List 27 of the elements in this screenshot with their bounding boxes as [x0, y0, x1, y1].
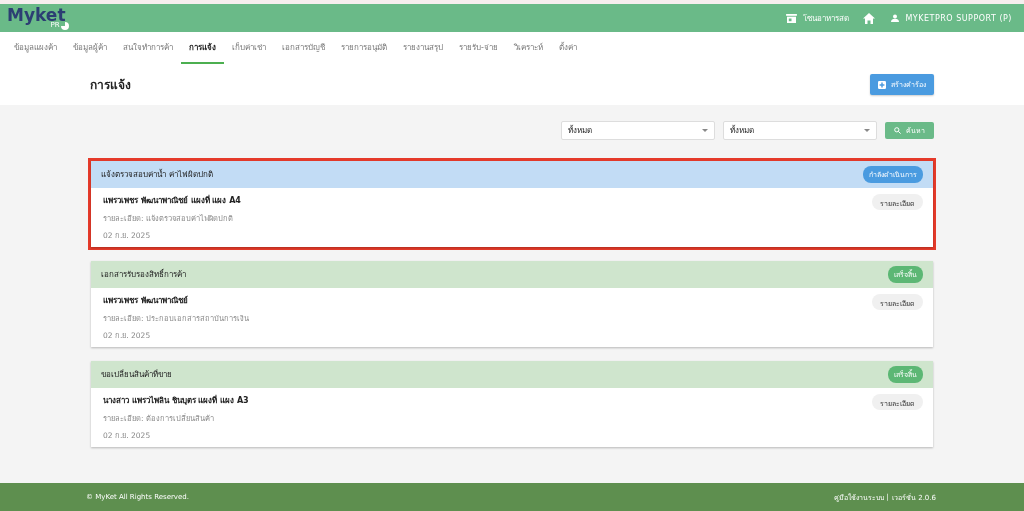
user-icon[interactable] [891, 14, 900, 22]
filter-dropdown[interactable]: ทั้งหมด [561, 121, 715, 140]
page-title: การแจ้ง [90, 77, 131, 94]
nav-tab[interactable]: เอกสารบัญชี [274, 32, 333, 64]
caret-icon [702, 129, 708, 132]
merchant-name: แพรวเพชร พัฒนาพาณิชย์ แผงที่ แผง A4 [103, 194, 241, 207]
merchant-name: นางสาว แพรวไพลิน ชินบุตร แผงที่ แผง A3 [103, 394, 249, 407]
nav-tab[interactable]: วิเคราะห์ [505, 32, 551, 64]
nav-tab[interactable]: สนใจทำการค้า [115, 32, 181, 64]
nav-tab[interactable]: รายงานสรุป [395, 32, 451, 64]
search-icon [894, 127, 901, 134]
nav-tab[interactable]: ข้อมูลผู้ค้า [65, 32, 115, 64]
nav-tab[interactable]: รายรับ-จ่าย [451, 32, 506, 64]
nav-tab[interactable]: ตั้งค่า [550, 32, 585, 64]
filter-dropdown[interactable]: ทั้งหมด [723, 121, 877, 140]
notice-title: เอกสารรับรองสิทธิ์การค้า [101, 268, 186, 281]
nav-tab[interactable]: รายการอนุมัติ [333, 32, 395, 64]
merchant-name: แพรวเพชร พัฒนาพาณิชย์ [103, 294, 189, 307]
nav-tab[interactable]: ข้อมูลแผงค้า [6, 32, 65, 64]
plus-icon [878, 80, 886, 89]
caret-icon [864, 129, 870, 132]
home-icon[interactable] [863, 12, 876, 24]
notice-title: ขอเปลี่ยนสินค้าที่ขาย [101, 368, 172, 381]
nav-tab[interactable]: เก็บค่าเช่า [224, 32, 274, 64]
logo-text: Myket [7, 6, 66, 24]
store-icon[interactable] [786, 13, 798, 23]
notice-title: แจ้งตรวจสอบค่าน้ำ ค่าไฟผิดปกติ [101, 168, 213, 181]
